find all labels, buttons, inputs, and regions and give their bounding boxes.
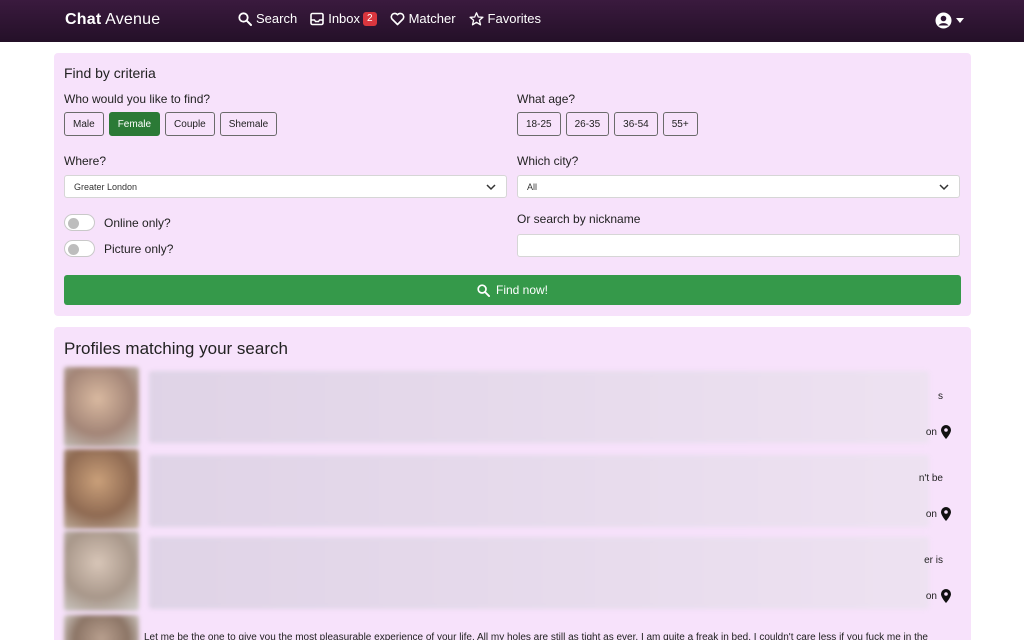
- search-panel-title: Find by criteria: [64, 65, 156, 81]
- nav-favorites-label: Favorites: [487, 11, 542, 26]
- nav-inbox[interactable]: Inbox 2: [310, 11, 377, 26]
- brand-logo-bold: Chat: [65, 11, 102, 28]
- results-panel: Profiles matching your search s on n't b…: [54, 327, 971, 640]
- top-navbar: Chat Avenue Search Inbox 2 Matcher Favor…: [0, 0, 1024, 42]
- online-only-toggle[interactable]: Online only?: [64, 214, 171, 231]
- chevron-down-icon: [956, 18, 964, 23]
- gender-shemale-button[interactable]: Shemale: [219, 112, 278, 136]
- results-title: Profiles matching your search: [64, 339, 288, 358]
- age-26-35-button[interactable]: 26-35: [565, 112, 610, 136]
- profile-location-tail: on: [925, 426, 937, 438]
- nav-inbox-label: Inbox: [328, 11, 361, 26]
- user-menu[interactable]: [935, 12, 964, 29]
- search-panel: Find by criteria Who would you like to f…: [54, 53, 971, 316]
- where-label: Where?: [64, 154, 107, 168]
- profile-location-tail: on: [925, 508, 937, 520]
- brand-logo-rest: Avenue: [101, 11, 161, 28]
- profile-blurred-content: [149, 537, 929, 609]
- toggle-knob: [68, 244, 79, 255]
- nav-search[interactable]: Search: [238, 11, 297, 26]
- profile-location: on: [926, 589, 951, 603]
- picture-only-label: Picture only?: [104, 241, 174, 256]
- city-label: Which city?: [517, 154, 579, 168]
- find-now-label: Find now!: [495, 283, 549, 297]
- profile-blurred-content: [149, 371, 929, 443]
- age-55-plus-button[interactable]: 55+: [662, 112, 698, 136]
- nickname-label: Or search by nickname: [517, 212, 641, 226]
- inbox-icon: [310, 12, 325, 25]
- nav-matcher[interactable]: Matcher: [390, 11, 456, 26]
- find-now-button[interactable]: Find now!: [64, 275, 961, 305]
- online-only-switch[interactable]: [64, 214, 95, 231]
- nickname-input[interactable]: [517, 234, 960, 257]
- chevron-down-icon: [939, 184, 949, 191]
- picture-only-switch[interactable]: [64, 240, 95, 257]
- who-label: Who would you like to find?: [64, 92, 211, 106]
- profile-snippet-tail: n't be: [918, 473, 943, 484]
- profile-avatar[interactable]: [64, 449, 139, 529]
- profile-snippet-tail: er is: [924, 555, 943, 566]
- where-select[interactable]: Greater London: [64, 175, 507, 198]
- profile-card[interactable]: er is on: [64, 531, 961, 613]
- profile-card[interactable]: s on: [64, 367, 961, 449]
- heart-icon: [390, 12, 405, 25]
- profile-location-tail: on: [925, 590, 937, 602]
- search-icon: [477, 283, 490, 297]
- gender-male-button[interactable]: Male: [64, 112, 104, 136]
- profile-snippet: Let me be the one to give you the most p…: [144, 632, 928, 640]
- map-pin-icon: [941, 589, 951, 603]
- map-pin-icon: [941, 507, 951, 521]
- nav-links: Search Inbox 2 Matcher Favorites: [238, 11, 554, 26]
- brand-logo[interactable]: Chat Avenue: [65, 11, 160, 29]
- toggle-knob: [68, 218, 79, 229]
- profile-snippet-tail: s: [938, 391, 943, 402]
- map-pin-icon: [941, 425, 951, 439]
- gender-couple-button[interactable]: Couple: [165, 112, 215, 136]
- star-icon: [468, 11, 484, 25]
- user-avatar-icon: [935, 12, 952, 29]
- age-36-54-button[interactable]: 36-54: [614, 112, 658, 136]
- picture-only-toggle[interactable]: Picture only?: [64, 240, 173, 257]
- gender-female-button[interactable]: Female: [108, 112, 161, 136]
- inbox-count-badge: 2: [363, 11, 377, 26]
- profile-card[interactable]: n't be on: [64, 449, 961, 531]
- nav-search-label: Search: [256, 11, 298, 26]
- chevron-down-icon: [486, 184, 496, 191]
- profile-avatar[interactable]: [64, 615, 139, 640]
- age-label: What age?: [517, 92, 576, 106]
- profile-location: on: [926, 507, 951, 521]
- nav-favorites[interactable]: Favorites: [468, 11, 542, 26]
- profile-avatar[interactable]: [64, 367, 139, 447]
- profile-avatar[interactable]: [64, 531, 139, 611]
- city-select-value: All: [527, 181, 538, 192]
- city-select[interactable]: All: [517, 175, 960, 198]
- where-select-value: Greater London: [74, 181, 138, 192]
- online-only-label: Online only?: [104, 215, 171, 230]
- search-icon: [238, 11, 252, 26]
- age-18-25-button[interactable]: 18-25: [517, 112, 561, 136]
- profile-blurred-content: [149, 455, 929, 527]
- age-button-group: 18-25 26-35 36-54 55+: [517, 112, 703, 136]
- gender-button-group: Male Female Couple Shemale: [64, 112, 282, 136]
- profile-location: on: [926, 425, 951, 439]
- nav-matcher-label: Matcher: [408, 11, 456, 26]
